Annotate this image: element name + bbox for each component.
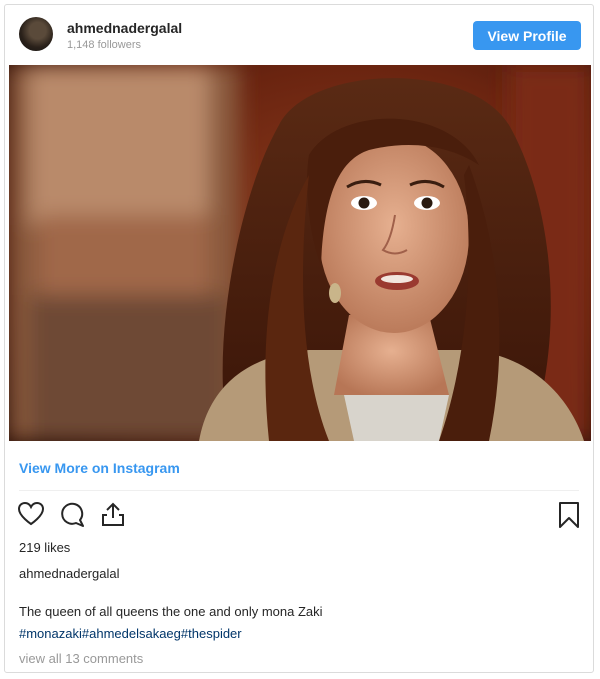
view-more-on-instagram-link[interactable]: View More on Instagram (19, 460, 180, 476)
caption-text: The queen of all queens the one and only… (19, 604, 323, 619)
hashtag-link[interactable]: #thespider (181, 626, 242, 641)
bookmark-icon[interactable] (557, 501, 581, 529)
share-icon[interactable] (99, 501, 127, 527)
comment-icon[interactable] (58, 501, 86, 527)
hashtag-link[interactable]: #monazaki (19, 626, 82, 641)
view-all-comments-link[interactable]: view all 13 comments (19, 651, 143, 666)
heart-icon[interactable] (17, 501, 45, 527)
caption-username[interactable]: ahmednadergalal (19, 566, 119, 581)
instagram-embed-card: ahmednadergalal 1,148 followers View Pro… (4, 4, 594, 673)
divider (19, 490, 579, 491)
avatar[interactable] (19, 17, 53, 51)
likes-count[interactable]: 219 likes (19, 540, 70, 555)
username[interactable]: ahmednadergalal (67, 20, 182, 36)
post-photo (9, 65, 591, 441)
view-profile-button[interactable]: View Profile (473, 21, 581, 50)
followers-count: 1,148 followers (67, 39, 141, 51)
hashtags: #monazaki#ahmedelsakaeg#thespider (19, 626, 242, 641)
hashtag-link[interactable]: #ahmedelsakaeg (82, 626, 181, 641)
post-image[interactable] (9, 65, 591, 441)
post-header: ahmednadergalal 1,148 followers View Pro… (5, 5, 593, 65)
